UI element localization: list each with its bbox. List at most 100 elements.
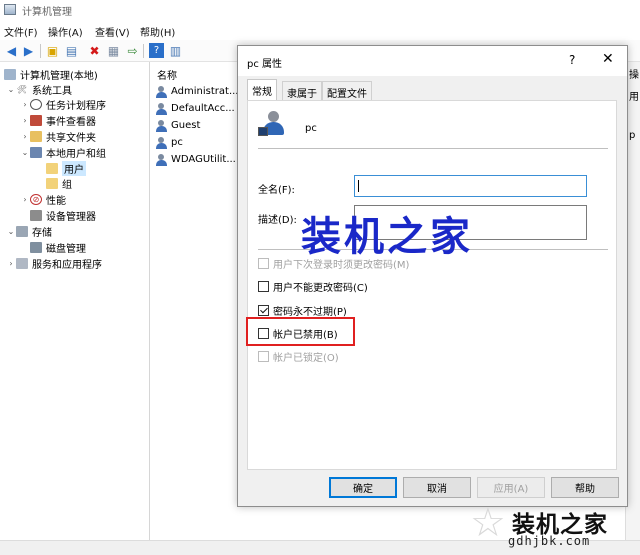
list-item[interactable]: pc — [155, 135, 183, 150]
menu-view[interactable]: 查看(V) — [95, 24, 130, 39]
chevron-down-icon[interactable]: ⌄ — [6, 85, 16, 94]
disk-icon — [30, 242, 42, 253]
checkbox-label: 帐户已锁定(O) — [273, 353, 339, 364]
tree-item-label: 共享文件夹 — [46, 133, 96, 144]
console-icon[interactable]: ▥ — [168, 43, 183, 58]
performance-icon: ⊘ — [30, 194, 42, 205]
list-item-label: pc — [171, 137, 183, 148]
tree-item-label: 设备管理器 — [46, 212, 96, 223]
tree-item-users[interactable]: 用户 — [46, 161, 86, 176]
storage-icon — [16, 226, 28, 237]
chevron-right-icon[interactable]: › — [6, 259, 16, 268]
list-item-label: WDAGUtilit... — [171, 154, 236, 165]
help-icon[interactable]: ? — [149, 43, 164, 58]
tree-item-storage[interactable]: ⌄ 存储 — [6, 224, 52, 239]
toolbar-separator — [143, 44, 144, 58]
tree-item-device-manager[interactable]: 设备管理器 — [30, 208, 96, 223]
forward-icon[interactable]: ▶ — [21, 43, 36, 58]
cannot-change-password-checkbox[interactable]: 用户不能更改密码(C) — [258, 279, 368, 294]
delete-icon[interactable]: ✖ — [87, 43, 102, 58]
checkbox-box — [258, 351, 269, 362]
menu-help[interactable]: 帮助(H) — [140, 24, 175, 39]
tree-item-shared-folders[interactable]: › 共享文件夹 — [20, 129, 96, 144]
checkbox-label: 用户不能更改密码(C) — [273, 283, 368, 294]
user-avatar-icon — [258, 111, 288, 139]
user-icon — [155, 136, 168, 149]
tree-item-label: 系统工具 — [32, 86, 72, 97]
chevron-right-icon[interactable]: › — [20, 195, 30, 204]
menu-file[interactable]: 文件(F) — [4, 24, 38, 39]
checkbox-label: 密码永不过期(P) — [273, 307, 347, 318]
dialog-titlebar: pc 属性 ? ✕ — [238, 46, 627, 76]
navigation-tree: 计算机管理(本地) ⌄ 🛠 系统工具 › 任务计划程序 › 事件查看器 › 共享… — [0, 62, 150, 540]
tree-item-label: 组 — [62, 180, 72, 191]
help-icon[interactable]: ? — [569, 53, 575, 67]
username-label: pc — [305, 123, 317, 134]
device-manager-icon — [30, 210, 42, 221]
list-item-label: DefaultAcc... — [171, 103, 235, 114]
computer-management-icon — [4, 4, 16, 15]
event-viewer-icon — [30, 115, 42, 126]
properties-dialog: pc 属性 ? ✕ 常规 隶属于 配置文件 pc 全名(F): 描述(D): 用… — [237, 45, 628, 507]
dialog-title: pc 属性 — [247, 59, 283, 70]
list-item-label: Administrat... — [171, 86, 239, 97]
tree-item-task-scheduler[interactable]: › 任务计划程序 — [20, 97, 106, 112]
tree-item-performance[interactable]: › ⊘ 性能 — [20, 192, 66, 207]
tab-member-of[interactable]: 隶属于 — [282, 81, 322, 100]
close-icon[interactable]: ✕ — [602, 51, 614, 67]
apply-button[interactable]: 应用(A) — [477, 477, 545, 498]
window-titlebar: 计算机管理 — [0, 0, 640, 20]
account-locked-checkbox[interactable]: 帐户已锁定(O) — [258, 349, 339, 364]
tree-item-disk-management[interactable]: 磁盘管理 — [30, 240, 86, 255]
tree-item-services-apps[interactable]: › 服务和应用程序 — [6, 256, 102, 271]
menu-action[interactable]: 操作(A) — [48, 24, 83, 39]
tree-item-groups[interactable]: 组 — [46, 176, 72, 191]
list-item[interactable]: Administrat... — [155, 84, 238, 99]
export-icon[interactable]: ⇨ — [125, 43, 140, 58]
list-item[interactable]: WDAGUtilit... — [155, 152, 236, 167]
tree-item-label: 磁盘管理 — [46, 244, 86, 255]
tab-profile[interactable]: 配置文件 — [322, 81, 372, 100]
help-button[interactable]: 帮助 — [551, 477, 619, 498]
user-icon — [155, 119, 168, 132]
chevron-right-icon[interactable]: › — [20, 100, 30, 109]
tree-item-label: 性能 — [46, 196, 66, 207]
watermark-star-icon: ☆ — [470, 500, 506, 546]
tools-icon: 🛠 — [16, 85, 28, 94]
actions-item[interactable]: p — [629, 130, 635, 141]
window-title: 计算机管理 — [22, 7, 72, 18]
tree-item-computer-management[interactable]: 计算机管理(本地) — [4, 67, 98, 82]
toolbar-separator — [40, 44, 41, 58]
chevron-right-icon[interactable]: › — [20, 116, 30, 125]
tree-item-event-viewer[interactable]: › 事件查看器 — [20, 113, 96, 128]
text-caret — [358, 180, 359, 192]
chevron-right-icon[interactable]: › — [20, 132, 30, 141]
password-never-expires-checkbox[interactable]: 密码永不过期(P) — [258, 303, 347, 318]
column-header-name[interactable]: 名称 — [157, 67, 177, 82]
user-icon — [155, 85, 168, 98]
tree-item-label: 存储 — [32, 228, 52, 239]
checkbox-box — [258, 281, 269, 292]
tree-item-system-tools[interactable]: ⌄ 🛠 系统工具 — [6, 82, 72, 97]
folder-icon — [46, 178, 58, 189]
watermark-url: gdhjbk.com — [508, 534, 591, 548]
list-item[interactable]: Guest — [155, 118, 200, 133]
watermark-text: 装机之家 — [301, 214, 473, 260]
tree-item-local-users-groups[interactable]: ⌄ 本地用户和组 — [20, 145, 106, 160]
ok-button[interactable]: 确定 — [329, 477, 397, 498]
tree-item-label: 本地用户和组 — [46, 149, 106, 160]
show-tree-icon[interactable]: ▤ — [64, 43, 79, 58]
actions-item[interactable]: 用 — [629, 88, 639, 103]
up-folder-icon[interactable]: ▣ — [45, 43, 60, 58]
chevron-down-icon[interactable]: ⌄ — [6, 227, 16, 236]
tree-item-label: 用户 — [62, 161, 86, 176]
chevron-down-icon[interactable]: ⌄ — [20, 148, 30, 157]
cancel-button[interactable]: 取消 — [403, 477, 471, 498]
list-item[interactable]: DefaultAcc... — [155, 101, 235, 116]
back-icon[interactable]: ◀ — [4, 43, 19, 58]
tab-general[interactable]: 常规 — [247, 79, 277, 101]
general-tab-page: pc 全名(F): 描述(D): 用户下次登录时须更改密码(M) 用户不能更改密… — [247, 100, 617, 470]
user-icon — [155, 153, 168, 166]
properties-icon[interactable]: ▦ — [106, 43, 121, 58]
fullname-field[interactable] — [354, 175, 587, 197]
